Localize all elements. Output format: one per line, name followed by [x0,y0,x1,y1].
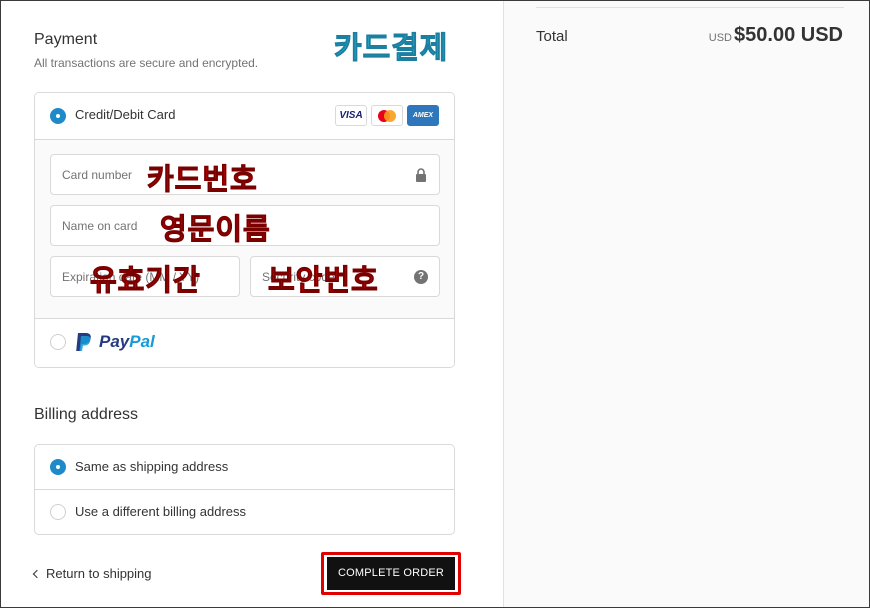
billing-different-label: Use a different billing address [75,504,247,519]
name-on-card-placeholder: Name on card [62,219,138,233]
paypal-wordmark-pal: Pal [129,332,155,351]
annotation-security-code: 보안번호 [268,263,379,298]
paypal-icon [76,333,91,351]
total-label: Total [536,28,568,45]
total-currency: USD [708,32,732,44]
card-radio[interactable] [50,108,66,124]
chevron-left-icon [32,569,42,578]
billing-different-radio[interactable] [50,504,66,520]
amex-icon: AMEX [407,105,439,126]
visa-icon: VISA [335,105,367,126]
complete-order-button[interactable]: COMPLETE ORDER [327,557,455,590]
billing-title: Billing address [34,406,139,423]
annotation-expiration: 유효기간 [90,263,201,298]
card-brands: VISA AMEX [335,105,439,126]
card-number-placeholder: Card number [62,168,133,182]
order-summary: Total USD $50.00 USD [503,1,869,607]
payment-subtitle: All transactions are secure and encrypte… [34,56,259,70]
card-option-label: Credit/Debit Card [75,107,176,122]
return-to-shipping-link[interactable]: Return to shipping [32,566,152,581]
payment-title: Payment [34,31,98,48]
paypal-logo: PayPal [75,332,155,352]
billing-options-box: Same as shipping address Use a different… [34,444,455,535]
lock-icon [416,168,426,182]
checkout-main: Payment All transactions are secure and … [1,1,503,607]
help-icon[interactable]: ? [414,270,428,284]
annotation-card-number: 카드번호 [147,162,258,197]
card-option-row[interactable]: Credit/Debit Card VISA AMEX [35,93,454,140]
billing-same-label: Same as shipping address [75,459,229,474]
return-link-label: Return to shipping [46,566,152,581]
annotation-name-on-card: 영문이름 [160,212,271,247]
billing-option-different[interactable]: Use a different billing address [35,490,454,534]
paypal-radio[interactable] [50,334,66,350]
billing-option-same[interactable]: Same as shipping address [35,445,454,490]
total-amount: $50.00 USD [734,24,843,46]
billing-same-radio[interactable] [50,459,66,475]
mastercard-icon [371,105,403,126]
paypal-wordmark: PayPal [99,332,155,352]
summary-divider [536,7,844,8]
paypal-wordmark-pay: Pay [99,332,130,351]
paypal-option-row[interactable]: PayPal [35,319,454,367]
annotation-card-payment: 카드결제 [333,31,449,67]
